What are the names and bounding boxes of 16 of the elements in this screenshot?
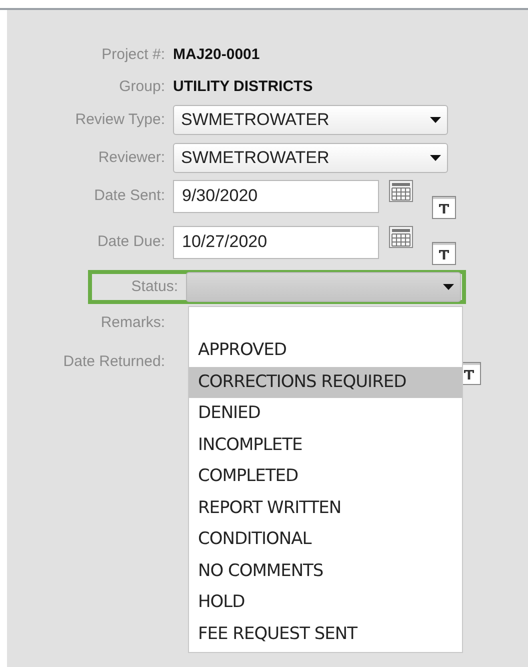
field-label: Remarks: (100, 312, 166, 333)
date-field[interactable]: 9/30/2020 (173, 180, 379, 212)
field-label: Date Due: (96, 232, 166, 252)
dropdown-option[interactable]: CORRECTIONS REQUIRED (189, 366, 462, 398)
field-label: Date Returned: (62, 352, 166, 372)
field-label: Reviewer: (97, 148, 166, 168)
field-value: UTILITY DISTRICTS (173, 76, 313, 97)
field-label: Project #: (100, 44, 166, 65)
field-label: Group: (118, 76, 166, 97)
field-label: Review Type: (74, 110, 166, 130)
field-value: MAJ20-0001 (173, 44, 260, 65)
select-field[interactable]: SWMETROWATER (173, 143, 448, 173)
select-field[interactable]: SWMETROWATER (173, 105, 448, 135)
date-field[interactable]: 10/27/2020 (173, 226, 379, 258)
field-label: Date Sent: (93, 186, 166, 206)
field-label: Status: (130, 276, 179, 297)
